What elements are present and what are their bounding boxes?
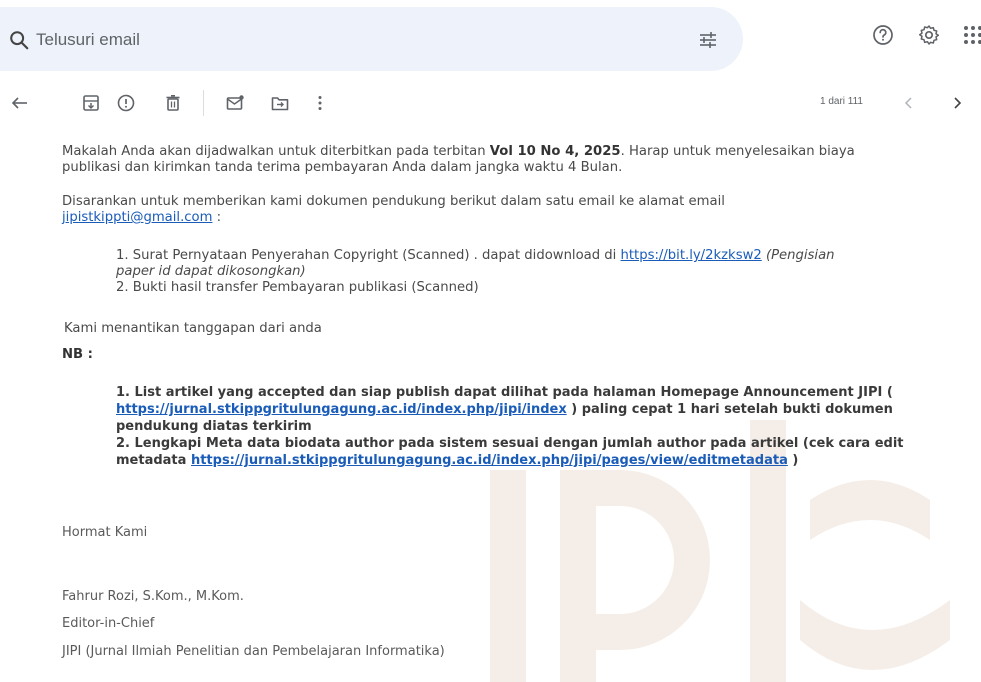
pager-count: 1 dari 111 xyxy=(820,96,863,107)
list-item-text: 1. Surat Pernyataan Penyerahan Copyright… xyxy=(116,248,621,263)
list-item: 2. Lengkapi Meta data biodata author pad… xyxy=(116,435,976,469)
move-to-icon[interactable] xyxy=(270,93,290,113)
back-arrow-icon[interactable] xyxy=(10,93,30,113)
list-item-note-line2: paper id dapat dikosongkan) xyxy=(116,264,306,279)
paragraph-schedule: Makalah Anda akan dijadwalkan untuk dite… xyxy=(62,144,967,176)
announcement-link[interactable]: https://jurnal.stkippgritulungagung.ac.i… xyxy=(116,402,567,417)
closing: Hormat Kami xyxy=(62,525,148,540)
top-bar xyxy=(0,0,981,80)
documents-colon: : xyxy=(212,210,222,225)
nb-item2-text: 2. Lengkapi Meta data biodata author pad… xyxy=(116,436,904,451)
help-icon[interactable] xyxy=(872,24,894,46)
filter-icon[interactable] xyxy=(698,30,718,50)
list-item: 2. Bukti hasil transfer Pembayaran publi… xyxy=(116,280,479,295)
signature-organization: JIPI (Jurnal Ilmiah Penelitian dan Pembe… xyxy=(62,644,445,659)
message-toolbar: 1 dari 111 xyxy=(0,84,981,124)
schedule-text: Makalah Anda akan dijadwalkan untuk dite… xyxy=(62,144,490,159)
report-spam-icon[interactable] xyxy=(116,93,136,113)
more-vert-icon[interactable] xyxy=(310,93,330,113)
paragraph-awaiting: Kami menantikan tanggapan dari anda xyxy=(64,321,322,336)
nb-item2-text-cont: metadata xyxy=(116,453,191,468)
toolbar-divider xyxy=(203,90,204,116)
schedule-text-end: . Harap untuk menyelesaikan biaya xyxy=(620,144,855,159)
schedule-text-line2: publikasi dan kirimkan tanda terima pemb… xyxy=(62,160,623,175)
email-view: 1 dari 111 Makalah Anda akan dijadwalkan… xyxy=(0,0,981,682)
issue-volume: Vol 10 No 4, 2025 xyxy=(489,144,621,159)
list-item: 1. List artikel yang accepted dan siap p… xyxy=(116,384,976,435)
list-item: 1. Surat Pernyataan Penyerahan Copyright… xyxy=(116,248,976,280)
signature-role: Editor-in-Chief xyxy=(62,616,155,631)
required-documents-list: 1. Surat Pernyataan Penyerahan Copyright… xyxy=(116,248,976,296)
list-item-note: (Pengisian xyxy=(761,248,835,263)
nb-item-text: 1. List artikel yang accepted dan siap p… xyxy=(116,385,893,400)
gear-icon[interactable] xyxy=(918,24,940,46)
archive-icon[interactable] xyxy=(81,93,101,113)
journal-email-link[interactable]: jipistkippti@gmail.com xyxy=(62,210,212,225)
copyright-form-link[interactable]: https://bit.ly/2kzksw2 xyxy=(621,248,762,263)
nb-item-text-end: ) paling cepat 1 hari setelah bukti doku… xyxy=(566,402,893,417)
search-icon[interactable] xyxy=(8,29,30,51)
signature-name: Fahrur Rozi, S.Kom., M.Kom. xyxy=(62,589,244,604)
editmetadata-link[interactable]: https://jurnal.stkippgritulungagung.ac.i… xyxy=(191,453,788,468)
search-input[interactable] xyxy=(36,28,636,52)
nb-list: 1. List artikel yang accepted dan siap p… xyxy=(116,384,976,469)
chevron-left-icon[interactable] xyxy=(902,94,916,112)
nb-label: NB : xyxy=(62,347,93,362)
search-bar[interactable] xyxy=(0,7,743,71)
documents-text: Disarankan untuk memberikan kami dokumen… xyxy=(62,194,725,209)
paragraph-documents: Disarankan untuk memberikan kami dokumen… xyxy=(62,194,967,226)
trash-icon[interactable] xyxy=(163,93,183,113)
chevron-right-icon[interactable] xyxy=(950,94,964,112)
mark-unread-icon[interactable] xyxy=(225,93,245,113)
apps-grid-icon[interactable] xyxy=(962,24,981,46)
nb-item-text-line3: pendukung diatas terkirim xyxy=(116,419,312,434)
nb-item2-end: ) xyxy=(787,453,799,468)
